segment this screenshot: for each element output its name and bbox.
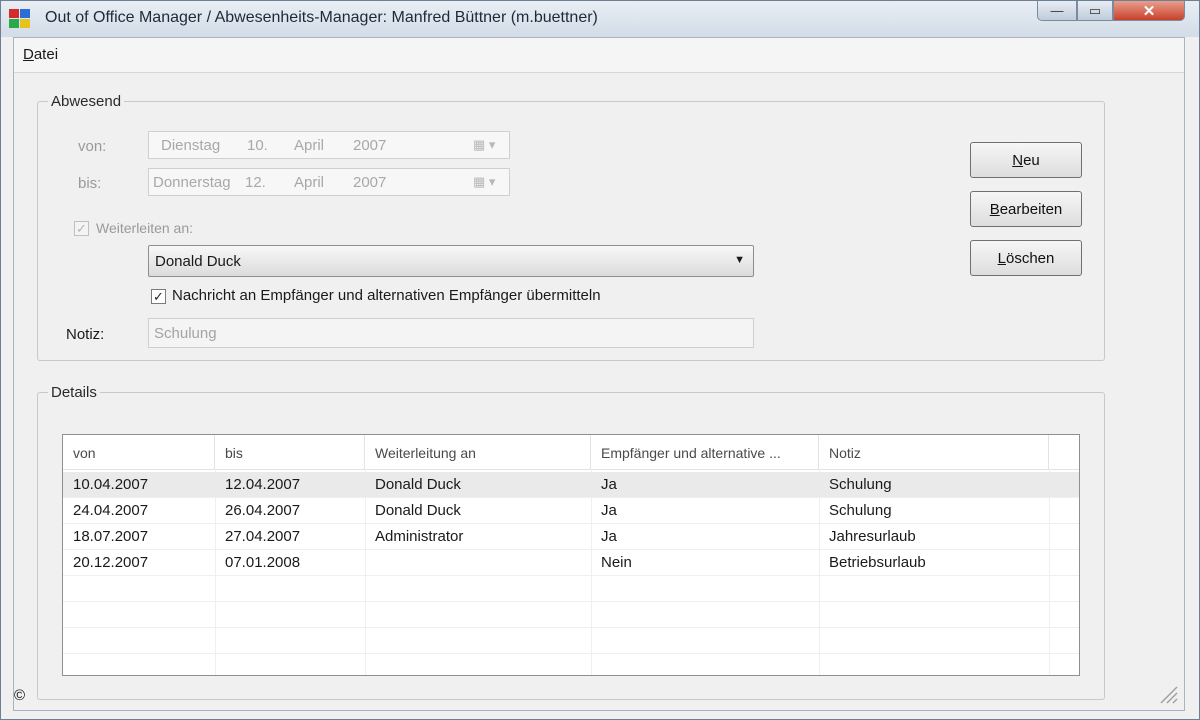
from-day: 10. — [247, 137, 268, 154]
delete-button[interactable]: Löschen — [970, 240, 1082, 276]
to-month: April — [294, 174, 325, 191]
recipient-combobox[interactable]: Donald Duck ▼ — [148, 245, 754, 277]
table-row[interactable]: 20.12.2007 07.01.2008 Nein Betriebsurlau… — [63, 550, 1079, 576]
minimize-icon: — — [1050, 3, 1064, 18]
new-button[interactable]: Neu — [970, 142, 1082, 178]
column-header-note[interactable]: Notiz — [819, 435, 1049, 469]
to-label: bis: — [78, 175, 102, 192]
app-window: Out of Office Manager / Abwesenheits-Man… — [0, 0, 1200, 720]
cell-forward: Donald Duck — [375, 502, 461, 519]
calendar-dropdown-icon[interactable]: ▦ ▾ — [473, 174, 503, 190]
table-row[interactable]: 10.04.2007 12.04.2007 Donald Duck Ja Sch… — [63, 472, 1079, 498]
to-weekday: Donnerstag — [153, 174, 231, 191]
cell-from: 20.12.2007 — [73, 554, 149, 571]
cell-to: 12.04.2007 — [225, 476, 301, 493]
cell-recipients: Ja — [601, 502, 617, 519]
table-row[interactable]: 24.04.2007 26.04.2007 Donald Duck Ja Sch… — [63, 498, 1079, 524]
notify-checkbox[interactable]: ✓ — [151, 289, 166, 304]
note-value: Schulung — [154, 325, 217, 342]
empty-row — [63, 602, 1079, 628]
cell-note: Schulung — [829, 502, 892, 519]
copyright-mark: © — [14, 687, 26, 704]
close-icon: ✕ — [1142, 2, 1156, 20]
from-date-picker[interactable]: Dienstag 10. April 2007 ▦ ▾ — [148, 131, 510, 159]
chevron-down-icon: ▼ — [734, 254, 745, 266]
cell-recipients: Ja — [601, 476, 617, 493]
cell-note: Schulung — [829, 476, 892, 493]
app-icon — [9, 9, 31, 29]
cell-recipients: Nein — [601, 554, 632, 571]
from-weekday: Dienstag — [161, 137, 221, 154]
cell-recipients: Ja — [601, 528, 617, 545]
cell-from: 10.04.2007 — [73, 476, 149, 493]
cell-note: Betriebsurlaub — [829, 554, 926, 571]
cell-to: 26.04.2007 — [225, 502, 301, 519]
cell-from: 24.04.2007 — [73, 502, 149, 519]
from-label: von: — [78, 138, 107, 155]
table-row[interactable]: 18.07.2007 27.04.2007 Administrator Ja J… — [63, 524, 1079, 550]
menu-bar: Datei — [14, 38, 1184, 73]
absent-group-legend: Abwesend — [51, 93, 122, 110]
cell-note: Jahresurlaub — [829, 528, 916, 545]
cell-from: 18.07.2007 — [73, 528, 149, 545]
from-year: 2007 — [353, 137, 387, 154]
details-list[interactable]: von bis Weiterleitung an Empfänger und a… — [62, 434, 1080, 676]
maximize-icon: ▭ — [1088, 2, 1102, 18]
cell-forward: Donald Duck — [375, 476, 461, 493]
list-header: von bis Weiterleitung an Empfänger und a… — [63, 435, 1079, 470]
maximize-button[interactable]: ▭ — [1077, 1, 1113, 21]
forward-label: Weiterleiten an: — [96, 220, 194, 236]
empty-row — [63, 576, 1079, 602]
note-label: Notiz: — [66, 326, 105, 343]
client-area: Datei Abwesend von: Dienstag 10. April 2… — [13, 37, 1185, 711]
empty-row — [63, 628, 1079, 654]
to-year: 2007 — [353, 174, 387, 191]
calendar-dropdown-icon[interactable]: ▦ ▾ — [473, 137, 503, 153]
minimize-button[interactable]: — — [1037, 1, 1077, 21]
from-month: April — [294, 137, 325, 154]
cell-to: 07.01.2008 — [225, 554, 301, 571]
to-day: 12. — [245, 174, 266, 191]
to-date-picker[interactable]: Donnerstag 12. April 2007 ▦ ▾ — [148, 168, 510, 196]
edit-button[interactable]: Bearbeiten — [970, 191, 1082, 227]
cell-forward: Administrator — [375, 528, 464, 545]
title-bar[interactable]: Out of Office Manager / Abwesenheits-Man… — [1, 1, 1199, 37]
notify-label: Nachricht an Empfänger und alternativen … — [172, 287, 601, 304]
column-header-from[interactable]: von — [63, 435, 215, 469]
cell-to: 27.04.2007 — [225, 528, 301, 545]
column-header-forward[interactable]: Weiterleitung an — [365, 435, 591, 469]
resize-grip-icon[interactable] — [1157, 683, 1179, 705]
forward-checkbox[interactable]: ✓ — [74, 221, 89, 236]
details-group-legend: Details — [51, 384, 97, 401]
column-header-to[interactable]: bis — [215, 435, 365, 469]
column-header-recipients[interactable]: Empfänger und alternative ... — [591, 435, 819, 469]
note-input[interactable]: Schulung — [148, 318, 754, 348]
window-title: Out of Office Manager / Abwesenheits-Man… — [45, 9, 598, 26]
close-button[interactable]: ✕ — [1113, 1, 1185, 21]
menu-file[interactable]: Datei — [23, 46, 58, 63]
recipient-value: Donald Duck — [155, 253, 241, 270]
